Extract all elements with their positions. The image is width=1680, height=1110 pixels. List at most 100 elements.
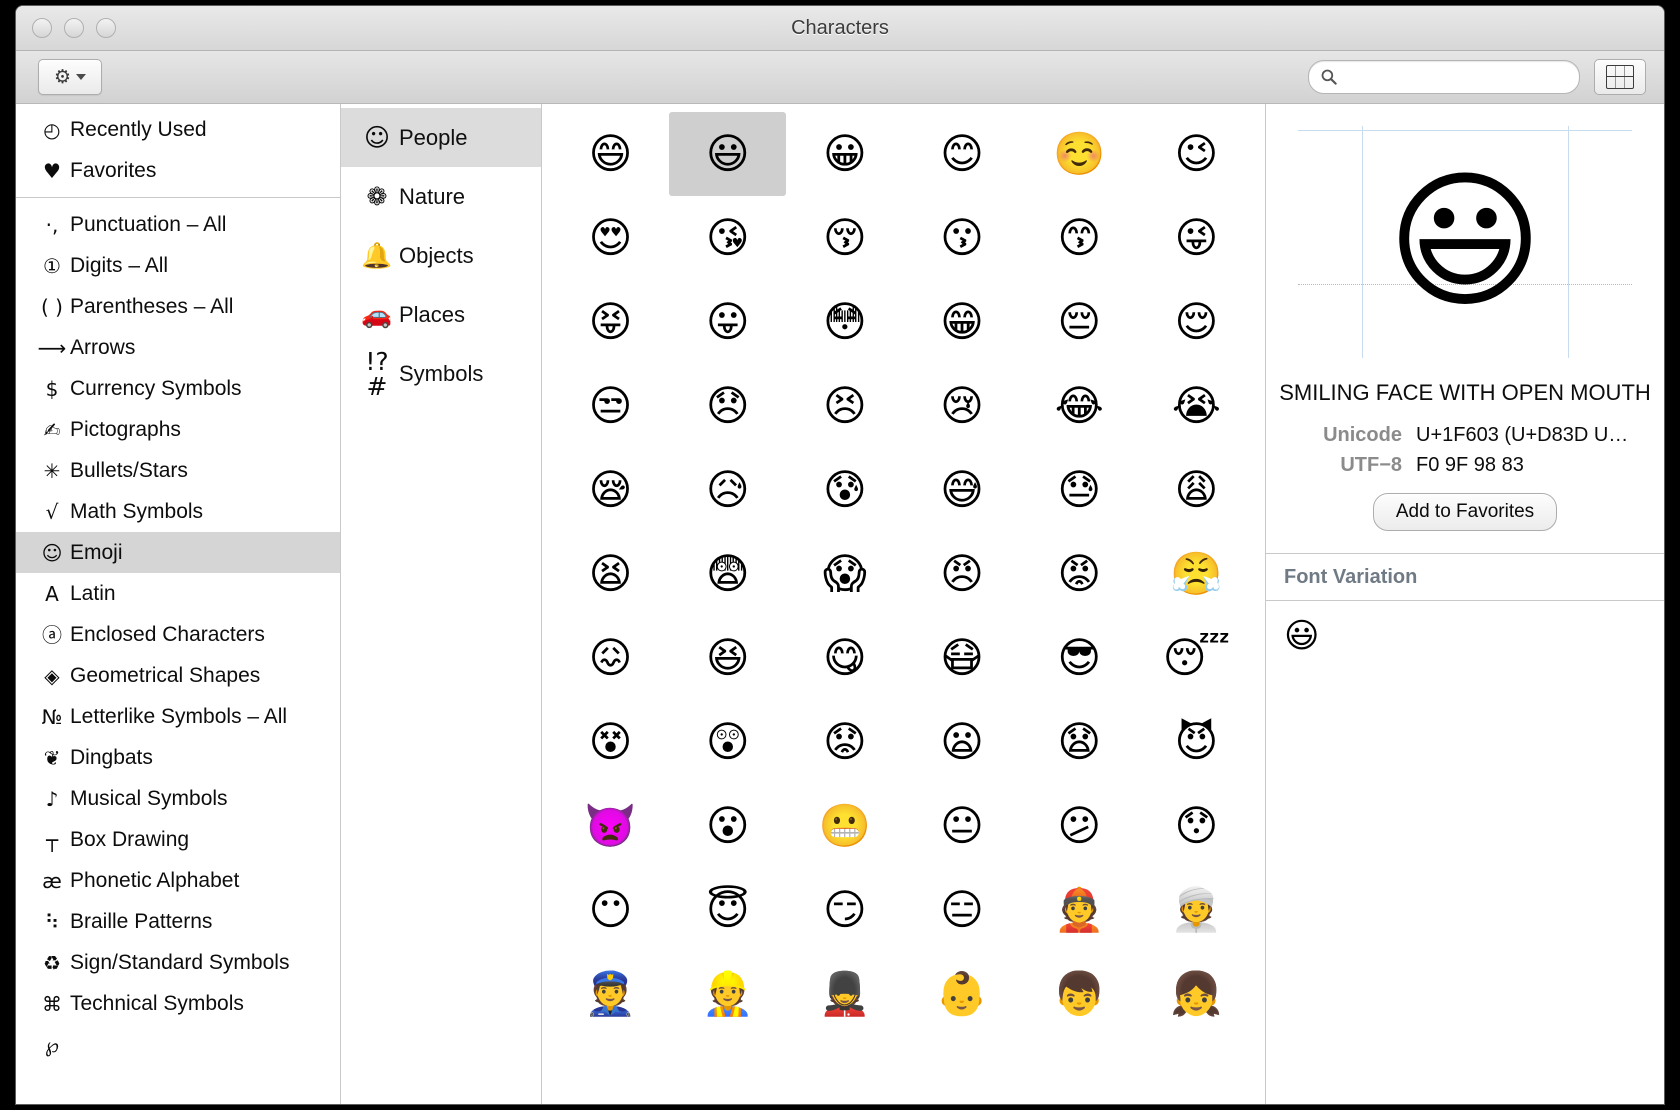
character-cell[interactable]: 😇 bbox=[669, 868, 786, 952]
add-to-favorites-button[interactable]: Add to Favorites bbox=[1372, 493, 1558, 531]
sidebar-item-favorites[interactable]: ♥ Favorites bbox=[16, 150, 340, 191]
character-cell[interactable]: 😄 bbox=[552, 112, 669, 196]
sidebar-item-partial[interactable]: ℘ bbox=[16, 1024, 340, 1065]
subcategory-item-nature[interactable]: ❁ Nature bbox=[341, 167, 541, 226]
character-cell[interactable]: 👧 bbox=[1138, 952, 1255, 1036]
sidebar-item-math-symbols[interactable]: √ Math Symbols bbox=[16, 491, 340, 532]
character-cell[interactable]: 😴 bbox=[1138, 616, 1255, 700]
character-cell[interactable]: 😰 bbox=[786, 448, 903, 532]
sidebar-item-letterlike-symbols-all[interactable]: № Letterlike Symbols – All bbox=[16, 696, 340, 737]
subcategory-item-places[interactable]: 🚗 Places bbox=[341, 285, 541, 344]
sidebar[interactable]: ◴ Recently Used ♥ Favorites ·, Punctuation –… bbox=[16, 104, 341, 1104]
character-cell[interactable]: 😢 bbox=[903, 364, 1020, 448]
character-cell[interactable]: 👲 bbox=[1021, 868, 1138, 952]
character-cell[interactable]: 😣 bbox=[786, 364, 903, 448]
character-cell[interactable]: 😙 bbox=[1021, 196, 1138, 280]
character-cell[interactable]: 😊 bbox=[903, 112, 1020, 196]
character-cell[interactable]: 😘 bbox=[669, 196, 786, 280]
character-cell[interactable]: 😵 bbox=[552, 700, 669, 784]
sidebar-item-latin[interactable]: A Latin bbox=[16, 573, 340, 614]
character-cell[interactable]: 😩 bbox=[1138, 448, 1255, 532]
character-cell[interactable]: ☺️ bbox=[1021, 112, 1138, 196]
character-cell[interactable]: 😁 bbox=[903, 280, 1020, 364]
subcategory-item-symbols[interactable]: !?# Symbols bbox=[341, 344, 541, 403]
subcategory-item-people[interactable]: ☺ People bbox=[341, 108, 541, 167]
search-input[interactable] bbox=[1338, 64, 1579, 90]
character-cell[interactable]: 😀 bbox=[786, 112, 903, 196]
sidebar-item-technical-symbols[interactable]: ⌘ Technical Symbols bbox=[16, 983, 340, 1024]
sidebar-item-sign-standard-symbols[interactable]: ♻ Sign/Standard Symbols bbox=[16, 942, 340, 983]
character-cell[interactable]: 😳 bbox=[786, 280, 903, 364]
character-palette-button[interactable] bbox=[1594, 59, 1646, 95]
sidebar-item-parentheses-all[interactable]: ( ) Parentheses – All bbox=[16, 286, 340, 327]
sidebar-item-currency-symbols[interactable]: $ Currency Symbols bbox=[16, 368, 340, 409]
sidebar-item-recently-used[interactable]: ◴ Recently Used bbox=[16, 109, 340, 150]
character-cell[interactable]: 😧 bbox=[1021, 700, 1138, 784]
character-cell[interactable]: 😱 bbox=[786, 532, 903, 616]
character-cell[interactable]: 😪 bbox=[552, 448, 669, 532]
character-cell[interactable]: 👶 bbox=[903, 952, 1020, 1036]
character-cell[interactable]: 😥 bbox=[669, 448, 786, 532]
character-cell[interactable]: 😟 bbox=[786, 700, 903, 784]
character-cell[interactable]: 😲 bbox=[669, 700, 786, 784]
font-variation-item[interactable]: 😃 bbox=[1284, 619, 1319, 653]
sidebar-item-arrows[interactable]: ⟶ Arrows bbox=[16, 327, 340, 368]
character-cell[interactable]: 😆 bbox=[669, 616, 786, 700]
subcategory-item-objects[interactable]: 🔔 Objects bbox=[341, 226, 541, 285]
sidebar-item-box-drawing[interactable]: ┬ Box Drawing bbox=[16, 819, 340, 860]
character-cell[interactable]: 😯 bbox=[1138, 784, 1255, 868]
character-cell[interactable]: 😎 bbox=[1021, 616, 1138, 700]
character-cell[interactable]: 😂 bbox=[1021, 364, 1138, 448]
character-cell[interactable]: 😔 bbox=[1021, 280, 1138, 364]
sidebar-item-pictographs[interactable]: ✍ Pictographs bbox=[16, 409, 340, 450]
character-cell[interactable]: 😠 bbox=[903, 532, 1020, 616]
character-cell[interactable]: 😡 bbox=[1021, 532, 1138, 616]
character-cell[interactable]: 😌 bbox=[1138, 280, 1255, 364]
character-cell[interactable]: 😚 bbox=[786, 196, 903, 280]
character-cell[interactable]: 😦 bbox=[903, 700, 1020, 784]
character-cell[interactable]: 😍 bbox=[552, 196, 669, 280]
character-grid-pane[interactable]: 😄 😃 😀 😊 ☺️ 😉 😍 😘 😚 😗 😙 😜 😝 😛 😳 😁 😔 😌 😒 😞 😣 😢 😂 😭 😪 😥 😰 😅 😓 😩 😫 😨 😱 😠 😡 😤 😖 😆 😋… bbox=[542, 104, 1266, 1104]
sidebar-item-dingbats[interactable]: ❦ Dingbats bbox=[16, 737, 340, 778]
character-cell[interactable]: 😤 bbox=[1138, 532, 1255, 616]
action-menu-button[interactable]: ⚙ bbox=[38, 59, 102, 95]
sidebar-item-braille-patterns[interactable]: ⠳ Braille Patterns bbox=[16, 901, 340, 942]
character-cell[interactable]: 😫 bbox=[552, 532, 669, 616]
sidebar-item-emoji[interactable]: ☺ Emoji bbox=[16, 532, 340, 573]
character-cell[interactable]: 😶 bbox=[552, 868, 669, 952]
character-cell[interactable]: 😗 bbox=[903, 196, 1020, 280]
character-cell[interactable]: 😝 bbox=[552, 280, 669, 364]
character-cell[interactable]: 😃 bbox=[669, 112, 787, 196]
character-cell[interactable]: 😅 bbox=[903, 448, 1020, 532]
character-cell[interactable]: 😈 bbox=[1138, 700, 1255, 784]
sidebar-item-enclosed-characters[interactable]: ⓐ Enclosed Characters bbox=[16, 614, 340, 655]
search-field[interactable] bbox=[1308, 60, 1580, 94]
character-cell[interactable]: 😭 bbox=[1138, 364, 1255, 448]
character-cell[interactable]: 😞 bbox=[669, 364, 786, 448]
character-cell[interactable]: 😨 bbox=[669, 532, 786, 616]
character-cell[interactable]: 😬 bbox=[786, 784, 903, 868]
character-cell[interactable]: 😜 bbox=[1138, 196, 1255, 280]
character-cell[interactable]: 😑 bbox=[903, 868, 1020, 952]
character-cell[interactable]: 👦 bbox=[1021, 952, 1138, 1036]
character-cell[interactable]: 👷 bbox=[669, 952, 786, 1036]
character-cell[interactable]: 😐 bbox=[903, 784, 1020, 868]
character-cell[interactable]: 😉 bbox=[1138, 112, 1255, 196]
character-cell[interactable]: 😖 bbox=[552, 616, 669, 700]
character-cell[interactable]: 😓 bbox=[1021, 448, 1138, 532]
sidebar-item-bullets-stars[interactable]: ✳ Bullets/Stars bbox=[16, 450, 340, 491]
character-cell[interactable]: 👿 bbox=[552, 784, 669, 868]
subcategory-column[interactable]: ☺ People ❁ Nature 🔔 Objects 🚗 Places !?# Symbols bbox=[341, 104, 542, 1104]
sidebar-item-digits-all[interactable]: ① Digits – All bbox=[16, 245, 340, 286]
character-cell[interactable]: 😷 bbox=[903, 616, 1020, 700]
sidebar-item-phonetic-alphabet[interactable]: æ Phonetic Alphabet bbox=[16, 860, 340, 901]
character-cell[interactable]: 👮 bbox=[552, 952, 669, 1036]
sidebar-item-punctuation-all[interactable]: ·, Punctuation – All bbox=[16, 204, 340, 245]
character-cell[interactable]: 😋 bbox=[786, 616, 903, 700]
character-cell[interactable]: 👳 bbox=[1138, 868, 1255, 952]
sidebar-item-musical-symbols[interactable]: ♪ Musical Symbols bbox=[16, 778, 340, 819]
sidebar-item-geometrical-shapes[interactable]: ◈ Geometrical Shapes bbox=[16, 655, 340, 696]
character-cell[interactable]: 😮 bbox=[669, 784, 786, 868]
character-cell[interactable]: 😒 bbox=[552, 364, 669, 448]
character-cell[interactable]: 💂 bbox=[786, 952, 903, 1036]
